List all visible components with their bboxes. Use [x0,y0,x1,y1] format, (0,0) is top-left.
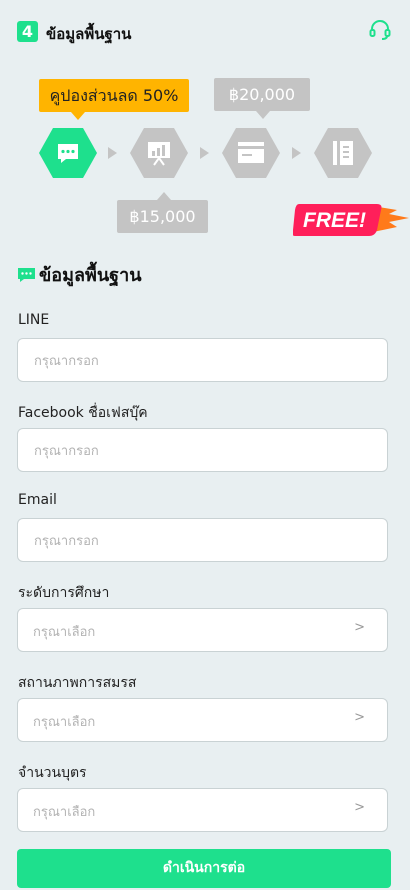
chevron-right-icon: > [354,710,365,725]
page-title: ข้อมูลพื้นฐาน [46,25,132,43]
line-input[interactable] [32,339,366,383]
marital-label: สถานภาพการสมรส [18,675,137,691]
email-input[interactable] [32,519,366,563]
children-label: จำนวนบุตร [18,765,87,781]
marital-select[interactable]: กรุณาเลือก > [17,698,388,742]
step-hexagon-3 [222,128,280,178]
top-bar: 4 ข้อมูลพื้นฐาน [0,0,410,62]
children-placeholder: กรุณาเลือก [33,805,96,820]
section-title-text: ข้อมูลพื้นฐาน [39,265,142,286]
step-arrow [108,147,117,159]
step-hexagon-2 [130,128,188,178]
chevron-right-icon: > [354,620,365,635]
coupon-bubble: คูปองส่วนลด 50% [39,79,189,120]
email-label: Email [18,492,57,508]
card-icon [238,142,264,163]
section-title: ข้อมูลพื้นฐาน [18,260,142,289]
facebook-input[interactable] [32,429,366,473]
step-hexagon-4 [314,128,372,178]
facebook-label: Facebook ชื่อเฟสบุ๊ค [18,405,148,421]
education-label: ระดับการศึกษา [18,585,110,601]
step-arrow [292,147,301,159]
email-field-box [17,518,388,563]
chevron-right-icon: > [354,800,365,815]
price-bottom-label: ฿15,000 [129,207,196,226]
price-bottom-bubble: ฿15,000 [117,192,208,233]
price-top-bubble: ฿20,000 [214,78,310,119]
free-tag: FREE! [293,204,409,236]
facebook-field-box [17,428,388,473]
continue-button[interactable]: ดำเนินการต่อ [17,849,391,888]
coupon-label: คูปองส่วนลด 50% [49,86,179,105]
notebook-icon [333,141,353,165]
marital-placeholder: กรุณาเลือก [33,715,96,730]
chat-icon [18,268,35,282]
line-field-box [17,338,388,383]
children-select[interactable]: กรุณาเลือก > [17,788,388,832]
headset-icon[interactable] [368,18,392,42]
price-top-label: ฿20,000 [228,85,296,104]
step-hexagon-1 [39,128,97,178]
step-arrow [200,147,209,159]
line-label: LINE [18,312,50,328]
step-number-badge: 4 [17,21,38,42]
education-placeholder: กรุณาเลือก [33,625,96,640]
education-select[interactable]: กรุณาเลือก > [17,608,388,652]
free-label: FREE! [303,209,366,232]
